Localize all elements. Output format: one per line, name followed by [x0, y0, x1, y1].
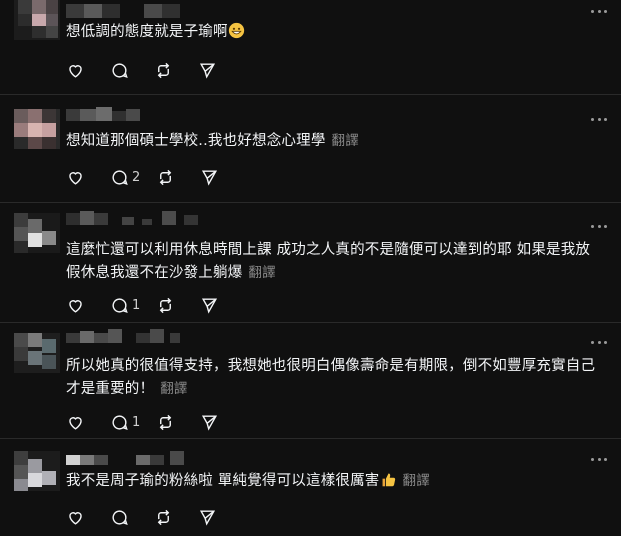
share-button[interactable] [200, 411, 228, 433]
avatar[interactable] [14, 109, 60, 149]
avatar[interactable] [14, 0, 60, 40]
share-button[interactable] [198, 59, 226, 81]
share-button[interactable] [200, 166, 228, 188]
comment-bubble-icon [112, 297, 128, 313]
like-button[interactable] [66, 294, 94, 316]
avatar[interactable] [14, 451, 60, 491]
username-blurred[interactable] [66, 211, 226, 225]
repost-icon [157, 509, 170, 525]
send-icon [202, 169, 218, 186]
like-button[interactable] [66, 59, 94, 81]
translate-link[interactable]: 翻譯 [248, 265, 275, 281]
heart-icon [69, 299, 82, 313]
username-blurred[interactable] [66, 107, 186, 121]
reply-button[interactable] [110, 506, 138, 528]
comment-text: 這麼忙還可以利用休息時間上課 成功之人真的不是隨便可以達到的耶 如果是我放 假休… [66, 242, 591, 281]
repost-icon [157, 62, 170, 78]
action-bar: 2 [66, 166, 244, 188]
share-button[interactable] [198, 506, 226, 528]
comment-post: 所以她真的很值得支持，我想她也很明白偶像壽命是有期限，倒不如豐厚充實自己 才是重… [0, 323, 621, 439]
comment-bubble-icon [112, 509, 128, 525]
reply-button[interactable]: 1 [110, 294, 140, 316]
more-dots-icon[interactable] [591, 223, 607, 229]
more-dots-icon[interactable] [591, 8, 607, 14]
heart-icon [69, 64, 82, 78]
reply-button[interactable] [110, 59, 138, 81]
send-icon [199, 62, 216, 79]
comment-post: 想低調的態度就是子瑜啊 [0, 0, 621, 95]
more-dots-icon[interactable] [591, 116, 607, 122]
comment-bubble-icon [112, 62, 128, 78]
repost-button[interactable] [156, 411, 184, 433]
translate-link[interactable]: 翻譯 [160, 381, 187, 397]
more-dots-icon[interactable] [591, 339, 607, 345]
reply-button[interactable]: 2 [110, 166, 140, 188]
repost-icon [160, 169, 172, 185]
reply-count: 1 [132, 297, 141, 313]
comment-post: 這麼忙還可以利用休息時間上課 成功之人真的不是隨便可以達到的耶 如果是我放 假休… [0, 203, 621, 323]
like-button[interactable] [66, 506, 94, 528]
send-icon [199, 509, 216, 526]
heart-icon [69, 511, 82, 525]
heart-icon [69, 171, 82, 185]
repost-button[interactable] [156, 166, 184, 188]
heart-icon [69, 416, 82, 430]
action-bar: 1 [66, 411, 244, 433]
comment-bubble-icon [112, 414, 128, 430]
comment-text: 想低調的態度就是子瑜啊 [66, 21, 611, 44]
username-blurred[interactable] [66, 451, 206, 465]
translate-link[interactable]: 翻譯 [403, 473, 430, 489]
comment-post: 我不是周子瑜的粉絲啦 單純覺得可以這樣很厲害 翻譯 [0, 439, 621, 536]
avatar[interactable] [14, 213, 60, 253]
comment-feed: 想低調的態度就是子瑜啊 想知道那個碩士學校..我也好想念心理學 翻譯 2 這麼忙… [0, 0, 621, 536]
action-bar: 1 [66, 294, 244, 316]
translate-link[interactable]: 翻譯 [332, 133, 359, 149]
repost-icon [160, 297, 172, 313]
like-button[interactable] [66, 166, 94, 188]
repost-button[interactable] [154, 506, 182, 528]
send-icon [202, 414, 218, 431]
action-bar [66, 59, 242, 81]
username-blurred[interactable] [66, 329, 196, 343]
repost-button[interactable] [156, 294, 184, 316]
reply-button[interactable]: 1 [110, 411, 140, 433]
reply-count: 2 [132, 169, 141, 185]
comment-text: 我不是周子瑜的粉絲啦 單純覺得可以這樣很厲害 翻譯 [66, 473, 430, 489]
send-icon [202, 297, 218, 314]
thumbs-up-emoji [382, 473, 395, 487]
more-dots-icon[interactable] [591, 456, 607, 462]
comment-post: 想知道那個碩士學校..我也好想念心理學 翻譯 2 [0, 95, 621, 203]
comment-text: 想知道那個碩士學校..我也好想念心理學 翻譯 [66, 133, 359, 149]
action-bar [66, 506, 242, 528]
comment-bubble-icon [112, 169, 128, 185]
repost-button[interactable] [154, 59, 182, 81]
avatar[interactable] [14, 333, 60, 373]
repost-icon [160, 414, 172, 430]
like-button[interactable] [66, 411, 94, 433]
grinning-face-emoji [228, 22, 244, 39]
reply-count: 1 [132, 414, 141, 430]
username-blurred[interactable] [66, 4, 196, 18]
comment-text: 所以她真的很值得支持，我想她也很明白偶像壽命是有期限，倒不如豐厚充實自己 才是重… [66, 358, 596, 397]
share-button[interactable] [200, 294, 228, 316]
